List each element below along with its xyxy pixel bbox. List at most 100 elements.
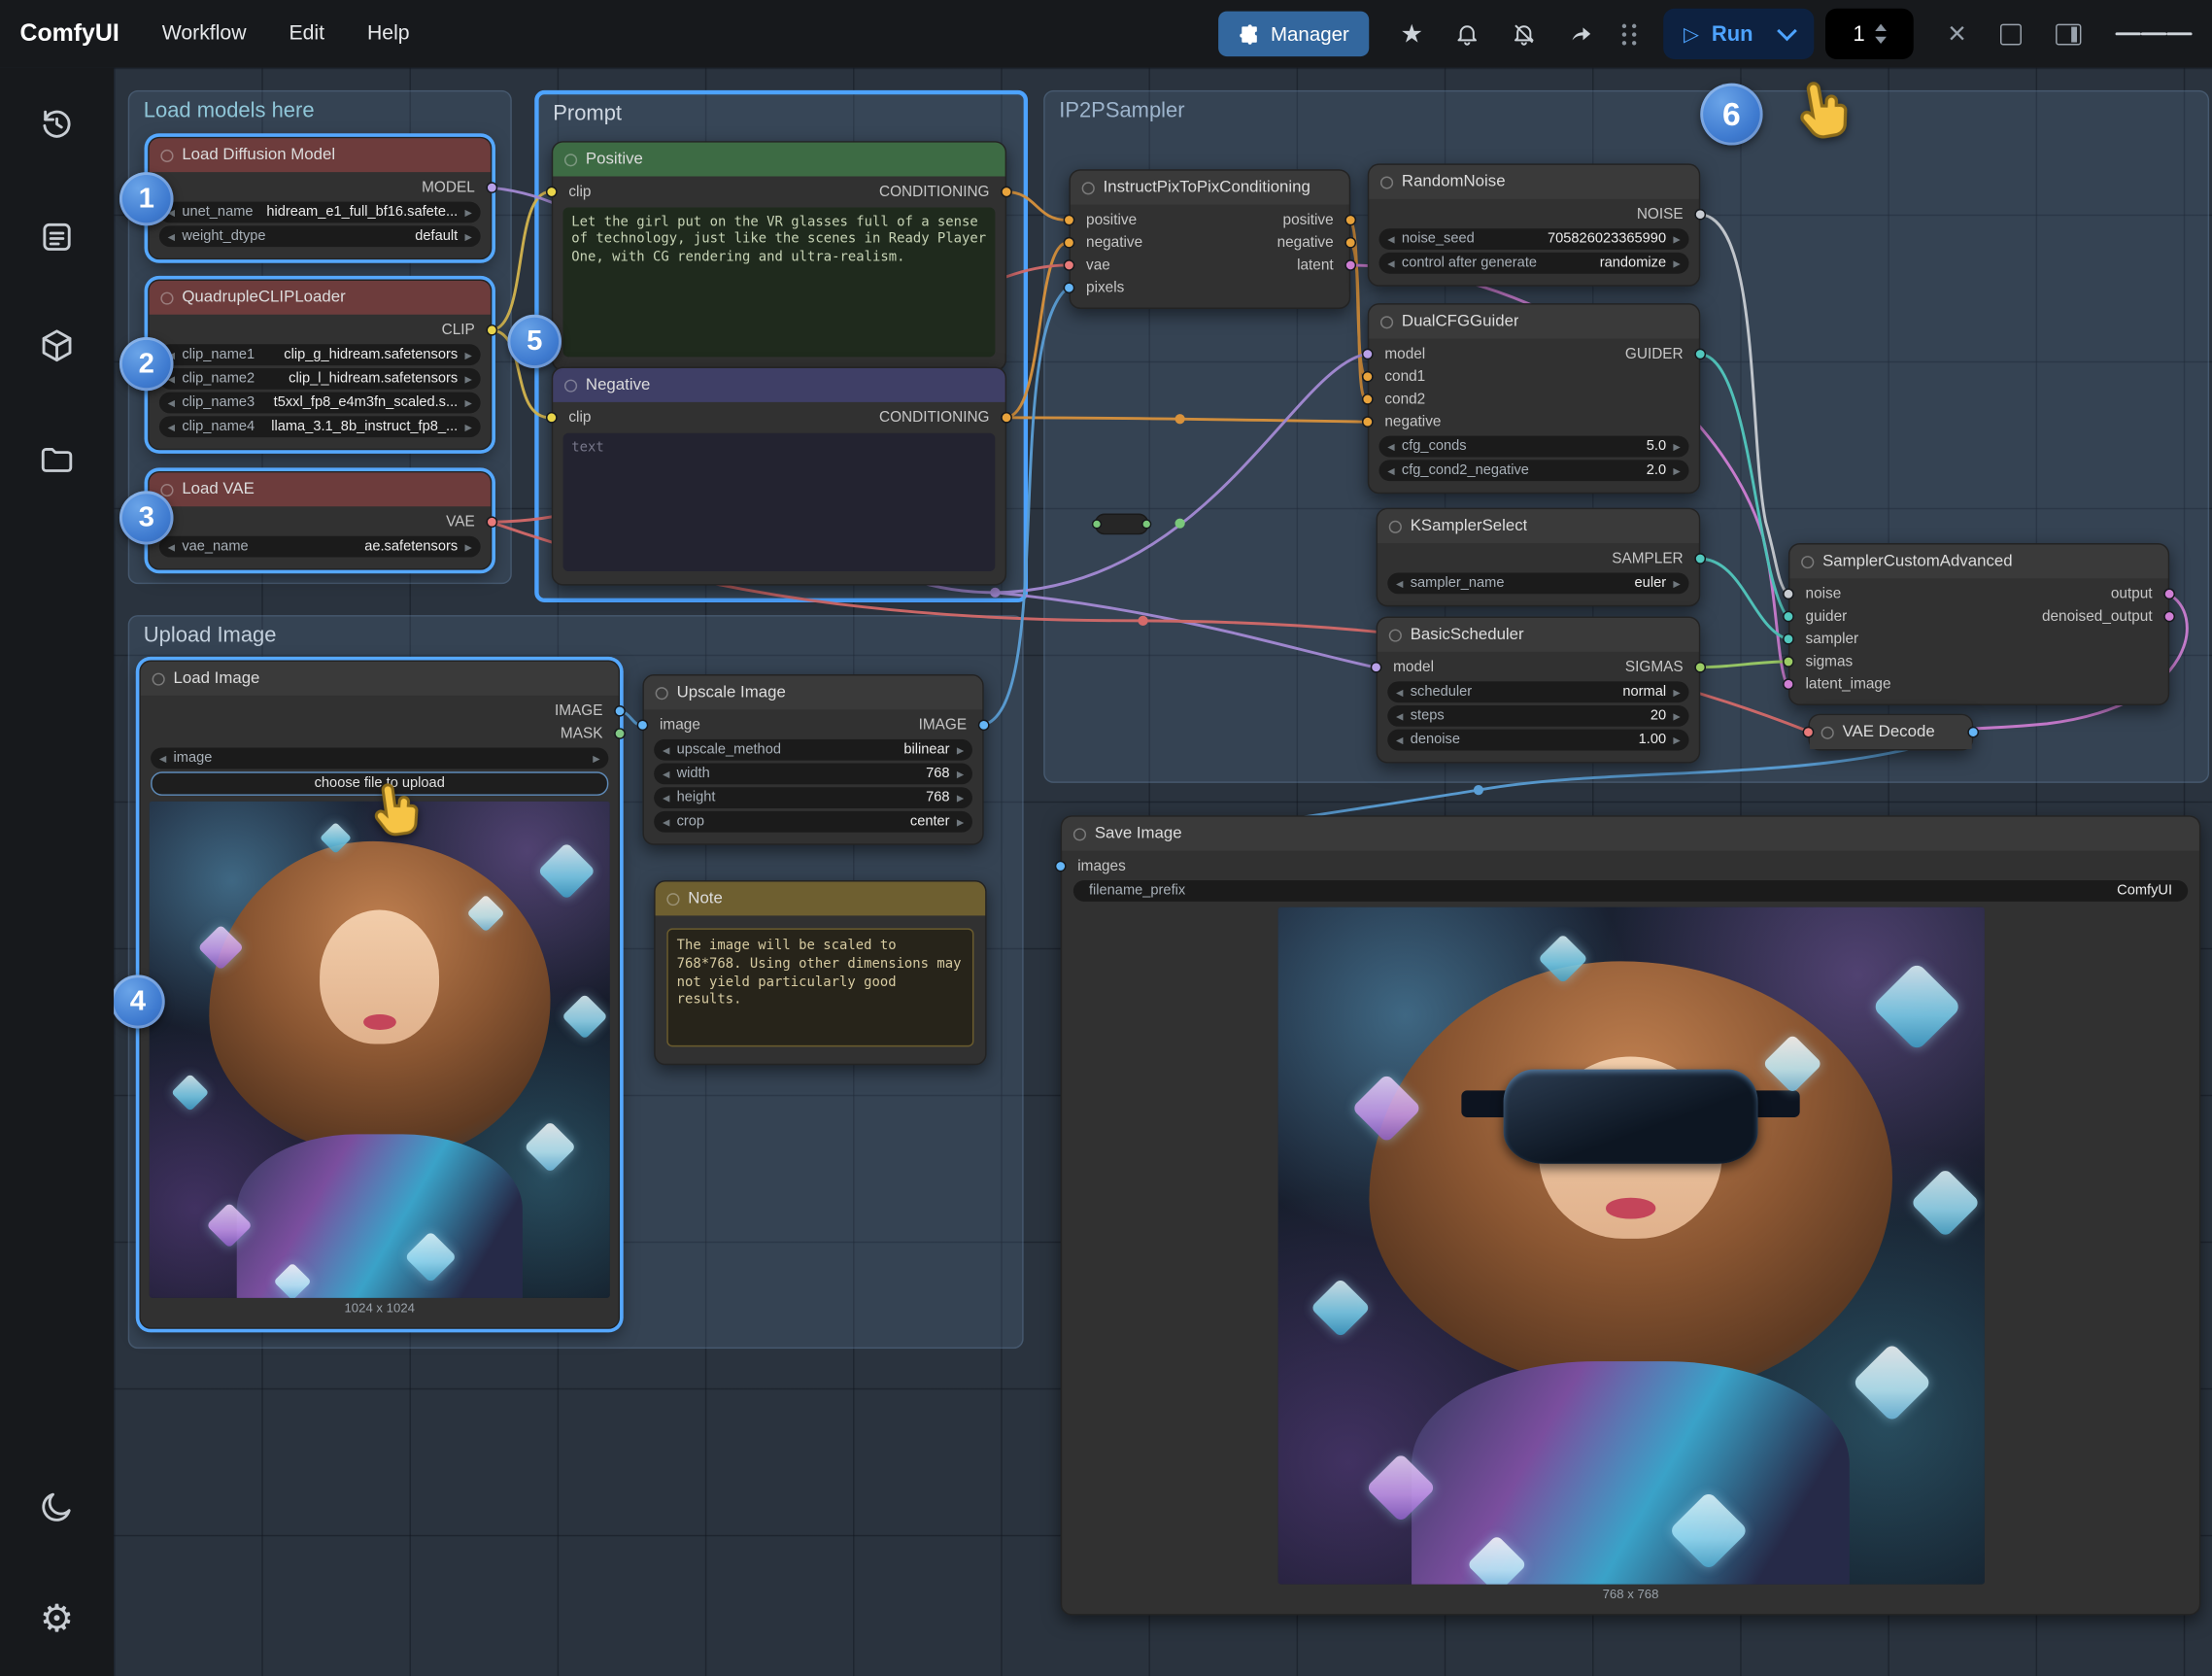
node-load-image[interactable]: Load ImageIMAGEMASK◀image▶choose file to…	[139, 661, 620, 1329]
widget-unet-name[interactable]: ◀unet_namehidream_e1_full_bf16.safete...…	[159, 202, 481, 223]
node-header[interactable]: DualCFGGuider	[1369, 305, 1699, 339]
node-dualcfgguider[interactable]: DualCFGGuidermodelGUIDERcond1cond2negati…	[1368, 303, 1700, 494]
widget-image[interactable]: ◀image▶	[151, 748, 608, 770]
node-save-image[interactable]: Save Imageimagesfilename_prefixComfyUI76…	[1061, 815, 2201, 1615]
output-port-vae[interactable]	[486, 516, 497, 528]
reroute-in-port[interactable]	[1092, 519, 1102, 529]
node-header[interactable]: Load Diffusion Model	[150, 138, 491, 172]
output-port-mask[interactable]	[614, 728, 626, 739]
history-icon[interactable]	[39, 106, 76, 143]
node-header[interactable]: VAE Decode	[1810, 715, 1972, 749]
output-port-image[interactable]	[978, 720, 990, 732]
prompt-textarea[interactable]: Let the girl put on the VR glasses full …	[563, 207, 996, 357]
collapse-dot[interactable]	[160, 483, 173, 496]
input-port-latent-image[interactable]	[1783, 678, 1794, 690]
prompt-textarea[interactable]: text	[563, 433, 996, 571]
node-note[interactable]: NoteThe image will be scaled to 768*768.…	[654, 880, 986, 1065]
collapse-dot[interactable]	[1821, 726, 1834, 738]
node-quadruplecliploader[interactable]: QuadrupleCLIPLoaderCLIP◀clip_name1clip_g…	[148, 279, 492, 450]
model-library-icon[interactable]	[39, 327, 76, 364]
node-header[interactable]: Negative	[553, 368, 1004, 402]
input-port-negative[interactable]	[1362, 416, 1374, 428]
input-port[interactable]	[1803, 727, 1815, 738]
node-header[interactable]: Load VAE	[150, 472, 491, 506]
node-samplercustomadvanced[interactable]: SamplerCustomAdvancednoiseoutputguiderde…	[1788, 543, 2169, 705]
run-button[interactable]: ▷ Run	[1663, 9, 1814, 59]
collapse-dot[interactable]	[1380, 316, 1393, 328]
node-upscale-image[interactable]: Upscale ImageimageIMAGE◀upscale_methodbi…	[642, 674, 983, 845]
hamburger-menu-icon[interactable]	[2116, 29, 2193, 39]
widget-weight-dtype[interactable]: ◀weight_dtypedefault▶	[159, 225, 481, 247]
close-icon[interactable]: ×	[1948, 19, 1966, 48]
output-port-model[interactable]	[486, 182, 497, 193]
bell-muted-icon[interactable]	[1512, 21, 1537, 47]
input-port-clip[interactable]	[546, 412, 558, 424]
input-port-positive[interactable]	[1064, 215, 1075, 226]
collapse-dot[interactable]	[1389, 520, 1402, 532]
output-port-image[interactable]	[614, 705, 626, 717]
node-header[interactable]: KSamplerSelect	[1378, 509, 1699, 543]
widget-clip-name1[interactable]: ◀clip_name1clip_g_hidream.safetensors▶	[159, 344, 481, 365]
image-preview[interactable]	[1277, 907, 1984, 1585]
input-port-noise[interactable]	[1783, 588, 1794, 599]
theme-moon-icon[interactable]	[39, 1488, 76, 1525]
collapse-dot[interactable]	[160, 291, 173, 304]
input-port-images[interactable]	[1055, 861, 1067, 872]
input-port-negative[interactable]	[1064, 237, 1075, 249]
input-port-sampler[interactable]	[1783, 633, 1794, 645]
collapse-dot[interactable]	[1801, 555, 1814, 567]
widget-noise-seed[interactable]: ◀noise_seed705826023365990▶	[1378, 228, 1688, 250]
output-port-denoised-output[interactable]	[2163, 611, 2175, 623]
menu-edit[interactable]: Edit	[289, 22, 324, 45]
node-ksamplerselect[interactable]: KSamplerSelectSAMPLER◀sampler_nameeuler▶	[1377, 508, 1701, 607]
collapse-dot[interactable]	[1380, 176, 1393, 188]
node-header[interactable]: QuadrupleCLIPLoader	[150, 281, 491, 315]
workflows-icon[interactable]	[39, 219, 76, 256]
app-logo[interactable]: ComfyUI	[19, 19, 119, 48]
widget-filename-prefix[interactable]: filename_prefixComfyUI	[1073, 880, 2188, 902]
input-port-model[interactable]	[1371, 662, 1382, 673]
collapse-dot[interactable]	[1082, 182, 1095, 194]
reroute-node[interactable]	[1095, 514, 1149, 535]
output-port-positive[interactable]	[1344, 215, 1356, 226]
node-negative[interactable]: NegativeclipCONDITIONINGtext	[552, 367, 1006, 586]
node-header[interactable]: Load Image	[141, 662, 619, 696]
input-port-vae[interactable]	[1064, 259, 1075, 271]
node-basicscheduler[interactable]: BasicSchedulermodelSIGMAS◀schedulernorma…	[1377, 617, 1701, 764]
output-port-latent[interactable]	[1344, 259, 1356, 271]
widget-cfg-conds[interactable]: ◀cfg_conds5.0▶	[1378, 436, 1688, 458]
output-port-output[interactable]	[2163, 588, 2175, 599]
reroute-out-port[interactable]	[1141, 519, 1151, 529]
widget-width[interactable]: ◀width768▶	[654, 764, 972, 785]
node-header[interactable]: Upscale Image	[644, 676, 982, 710]
input-port-model[interactable]	[1362, 349, 1374, 360]
image-preview[interactable]	[150, 802, 610, 1298]
collapse-dot[interactable]	[564, 379, 577, 392]
menu-help[interactable]: Help	[367, 22, 410, 45]
widget-crop[interactable]: ◀cropcenter▶	[654, 811, 972, 833]
maximize-icon[interactable]	[2000, 23, 2022, 45]
output-port-noise[interactable]	[1694, 209, 1706, 221]
folder-icon[interactable]	[39, 440, 76, 477]
widget-scheduler[interactable]: ◀schedulernormal▶	[1387, 681, 1688, 702]
input-port-clip[interactable]	[546, 187, 558, 198]
output-port-guider[interactable]	[1694, 349, 1706, 360]
node-vae-decode[interactable]: VAE Decode	[1808, 714, 1973, 751]
node-header[interactable]: RandomNoise	[1369, 165, 1699, 199]
widget-denoise[interactable]: ◀denoise1.00▶	[1387, 730, 1688, 751]
collapse-dot[interactable]	[1073, 828, 1086, 840]
bell-icon[interactable]	[1454, 21, 1480, 47]
widget-sampler-name[interactable]: ◀sampler_nameeuler▶	[1387, 573, 1688, 595]
node-header[interactable]: Positive	[553, 143, 1004, 177]
collapse-dot[interactable]	[564, 154, 577, 166]
star-icon[interactable]: ★	[1401, 21, 1424, 47]
widget-steps[interactable]: ◀steps20▶	[1387, 705, 1688, 727]
node-header[interactable]: BasicScheduler	[1378, 618, 1699, 652]
node-positive[interactable]: PositiveclipCONDITIONINGLet the girl put…	[552, 141, 1006, 371]
input-port-cond1[interactable]	[1362, 371, 1374, 383]
output-port-negative[interactable]	[1344, 237, 1356, 249]
node-header[interactable]: Save Image	[1062, 817, 2199, 851]
panel-icon[interactable]	[2056, 23, 2081, 45]
input-port-pixels[interactable]	[1064, 282, 1075, 293]
node-header[interactable]: InstructPixToPixConditioning	[1071, 171, 1349, 205]
